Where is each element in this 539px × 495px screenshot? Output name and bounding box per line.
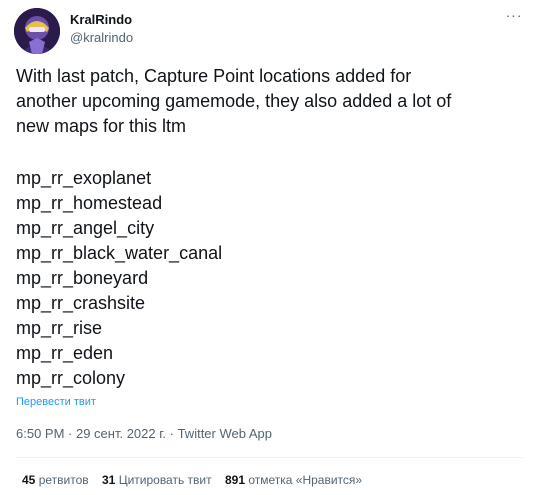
tweet: KralRindo @kralrindo ··· With last patch… [0,0,539,495]
tweet-text-line: another upcoming gamemode, they also add… [16,91,452,111]
quotes-stat[interactable]: 31 Цитировать твит [102,473,212,488]
quotes-label: Цитировать твит [118,473,212,487]
retweets-label: ретвитов [38,473,89,487]
tweet-date[interactable]: 29 сент. 2022 г. [76,426,166,441]
divider [16,457,523,458]
tweet-text-line: new maps for this ltm [16,116,187,136]
author-handle[interactable]: @kralrindo [70,29,133,46]
tweet-stats: 45 ретвитов 31 Цитировать твит 891 отмет… [22,473,372,488]
avatar-image [14,8,60,54]
translate-tweet-link[interactable]: Перевести твит [16,395,96,409]
retweets-count: 45 [22,473,36,487]
avatar[interactable] [14,8,60,54]
quotes-count: 31 [101,473,116,487]
map-name: mp_rr_boneyard [16,268,149,288]
meta-separator: · [64,426,76,441]
retweets-stat[interactable]: 45 ретвитов [22,473,89,488]
map-name: mp_rr_eden [16,343,114,363]
map-list: mp_rr_exoplanet mp_rr_homestead mp_rr_an… [16,166,521,391]
meta-separator: · [166,426,178,441]
likes-stat[interactable]: 891 отметка «Нравится» [225,473,362,488]
map-name: mp_rr_angel_city [16,218,155,238]
map-name: mp_rr_crashsite [16,293,146,313]
likes-label: отметка «Нравится» [248,473,363,487]
more-options-icon[interactable]: ··· [503,8,525,26]
tweet-meta: 6:50 PM · 29 сент. 2022 г. · Twitter Web… [16,425,272,442]
map-name: mp_rr_colony [16,368,126,388]
tweet-text-line: With last patch, Capture Point locations… [16,66,412,86]
map-name: mp_rr_exoplanet [16,168,152,188]
tweet-text: With last patch, Capture Point locations… [16,64,521,139]
likes-count: 891 [224,473,245,487]
author-display-name[interactable]: KralRindo [70,11,133,28]
tweet-time[interactable]: 6:50 PM [16,426,64,441]
map-name: mp_rr_black_water_canal [16,243,223,263]
author-names: KralRindo @kralrindo [70,11,133,46]
map-name: mp_rr_rise [16,318,103,338]
map-name: mp_rr_homestead [16,193,163,213]
tweet-header: KralRindo @kralrindo ··· [14,8,525,54]
tweet-source[interactable]: Twitter Web App [178,426,272,441]
